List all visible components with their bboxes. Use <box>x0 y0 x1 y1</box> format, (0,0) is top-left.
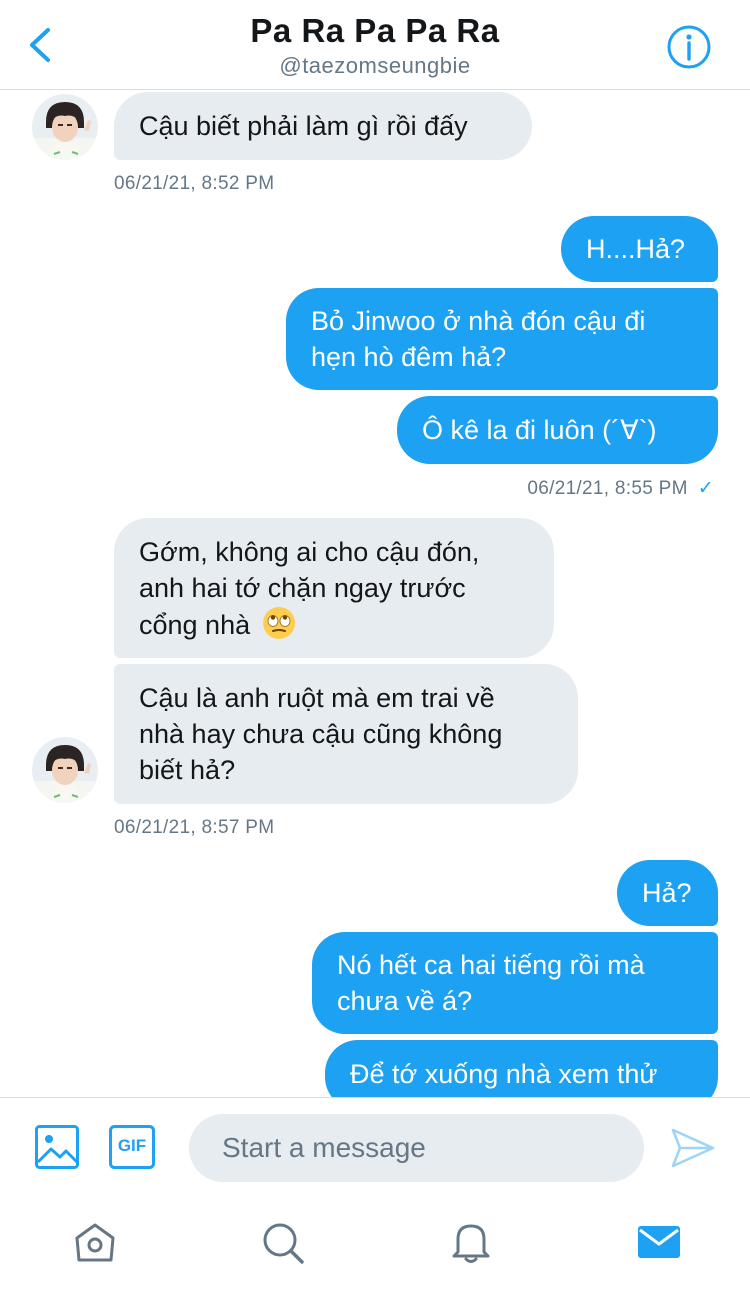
message-composer: GIF <box>0 1097 750 1197</box>
image-button[interactable] <box>34 1124 80 1170</box>
message-bubble-outgoing[interactable]: Nó hết ca hai tiếng rồi mà chưa về á? <box>312 932 718 1034</box>
message-timestamp: 06/21/21, 8:57 PM <box>114 817 275 838</box>
conversation-header: Pa Ra Pa Pa Ra @taezomseungbie <box>0 0 750 90</box>
conversation-title[interactable]: Pa Ra Pa Pa Ra <box>0 12 750 50</box>
info-icon <box>667 25 711 69</box>
send-button[interactable] <box>670 1126 716 1170</box>
message-bubble-outgoing[interactable]: Để tớ xuống nhà xem thử <box>325 1040 718 1097</box>
avatar[interactable] <box>32 737 98 803</box>
message-input[interactable] <box>189 1114 644 1182</box>
eye-roll-emoji-icon <box>262 606 295 639</box>
message-bubble-incoming[interactable]: Cậu là anh ruột mà em trai về nhà hay ch… <box>114 664 578 804</box>
read-check-icon: ✓ <box>697 478 714 499</box>
message-bubble-outgoing[interactable]: Hả? <box>617 860 718 926</box>
search-icon <box>263 1223 304 1264</box>
bell-icon <box>452 1224 490 1263</box>
message-bubble-incoming[interactable]: Gớm, không ai cho cậu đón, anh hai tớ ch… <box>114 518 554 658</box>
message-bubble-incoming[interactable]: Cậu biết phải làm gì rồi đấy <box>114 92 532 160</box>
message-bubble-outgoing[interactable]: Ô kê la đi luôn (´∀`) <box>397 396 718 464</box>
image-icon <box>35 1125 79 1169</box>
message-timestamp: 06/21/21, 8:55 PM ✓ <box>527 478 714 499</box>
tab-notifications[interactable] <box>448 1219 494 1265</box>
message-bubble-outgoing[interactable]: H....Hả? <box>561 216 718 282</box>
avatar[interactable] <box>32 94 98 160</box>
tab-search[interactable] <box>260 1220 306 1266</box>
tab-bar <box>0 1197 750 1295</box>
home-icon <box>75 1223 115 1262</box>
tab-home[interactable] <box>72 1220 118 1266</box>
gif-button[interactable]: GIF <box>108 1124 156 1170</box>
conversation-handle: @taezomseungbie <box>279 53 471 78</box>
mail-icon <box>638 1226 680 1258</box>
message-bubble-outgoing[interactable]: Bỏ Jinwoo ở nhà đón cậu đi hẹn hò đêm hả… <box>286 288 718 390</box>
info-button[interactable] <box>666 24 712 70</box>
tab-messages[interactable] <box>636 1222 682 1262</box>
send-icon <box>671 1128 715 1168</box>
message-timestamp: 06/21/21, 8:52 PM <box>114 173 275 194</box>
message-thread[interactable]: Cậu biết phải làm gì rồi đấy 06/21/21, 8… <box>0 90 750 1097</box>
